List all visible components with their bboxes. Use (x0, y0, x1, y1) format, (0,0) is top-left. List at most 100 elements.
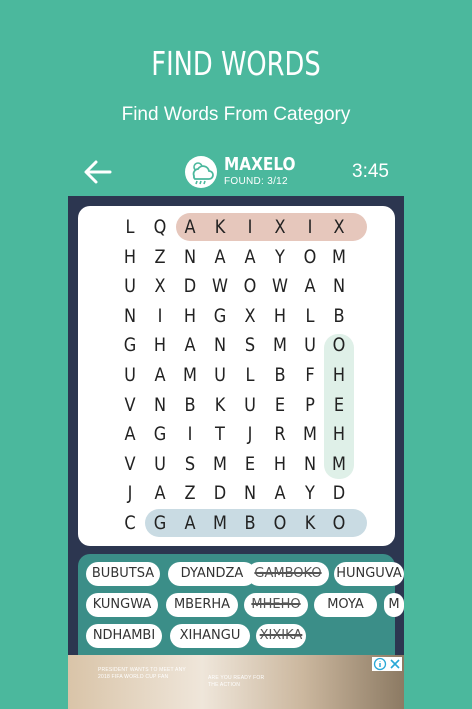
grid-letter[interactable]: U (117, 272, 143, 300)
grid-letter[interactable]: H (326, 420, 352, 448)
grid-letter[interactable]: O (297, 243, 323, 271)
grid-letter[interactable]: J (117, 479, 143, 507)
grid-letter[interactable]: M (297, 420, 323, 448)
grid-letter[interactable]: X (267, 213, 293, 241)
ad-controls[interactable] (372, 657, 402, 671)
grid-letter[interactable]: T (207, 420, 233, 448)
info-icon[interactable] (373, 657, 387, 671)
grid-letter[interactable]: V (117, 391, 143, 419)
grid-letter[interactable]: M (267, 331, 293, 359)
grid-letter[interactable]: U (237, 391, 263, 419)
grid-letter[interactable]: A (207, 243, 233, 271)
grid-letter[interactable]: X (147, 272, 173, 300)
grid-letter[interactable]: N (147, 391, 173, 419)
grid-letter[interactable]: J (237, 420, 263, 448)
grid-letter[interactable]: Z (177, 479, 203, 507)
word-list: BUBUTSA DYANDZA GAMBOKO HUNGUVA KUNGWA MBERHA… (78, 554, 404, 664)
grid-letter[interactable]: Q (147, 213, 173, 241)
grid-letter[interactable]: H (117, 243, 143, 271)
close-icon[interactable] (388, 657, 402, 671)
grid-letter[interactable]: N (237, 479, 263, 507)
grid-letter[interactable]: M (177, 361, 203, 389)
grid-letter[interactable]: A (147, 479, 173, 507)
grid-letter[interactable]: H (267, 302, 293, 330)
grid-letter[interactable]: R (267, 420, 293, 448)
grid-letter[interactable]: S (237, 331, 263, 359)
grid-letter[interactable]: F (297, 361, 323, 389)
grid-letter[interactable]: W (207, 272, 233, 300)
grid-letter[interactable]: K (207, 213, 233, 241)
grid-letter[interactable]: X (237, 302, 263, 330)
grid-letter[interactable]: G (147, 509, 173, 537)
grid-letter[interactable]: A (177, 331, 203, 359)
grid-letter[interactable]: U (297, 331, 323, 359)
grid-letter[interactable]: A (177, 509, 203, 537)
grid-letter[interactable]: K (207, 391, 233, 419)
grid-letter[interactable]: X (326, 213, 352, 241)
grid-letter[interactable]: G (207, 302, 233, 330)
grid-letter[interactable]: M (207, 509, 233, 537)
grid-letter[interactable]: E (326, 391, 352, 419)
grid-letter[interactable]: Y (267, 243, 293, 271)
grid-letter[interactable]: Y (297, 479, 323, 507)
grid-letter[interactable]: M (326, 243, 352, 271)
grid-letter[interactable]: M (326, 450, 352, 478)
grid-letter[interactable]: C (117, 509, 143, 537)
grid-letter[interactable]: A (177, 213, 203, 241)
grid-letter[interactable]: A (267, 479, 293, 507)
grid-letter[interactable]: E (267, 391, 293, 419)
grid-letter[interactable]: P (297, 391, 323, 419)
back-button[interactable] (82, 157, 114, 187)
grid-letter[interactable]: O (326, 331, 352, 359)
grid-letter[interactable]: N (297, 450, 323, 478)
grid-letter[interactable]: S (177, 450, 203, 478)
grid-letter[interactable]: W (267, 272, 293, 300)
grid-letter[interactable]: N (117, 302, 143, 330)
word-chip: HUNGUVA (334, 562, 404, 586)
word-chip-label: MBERHA (173, 597, 231, 612)
grid-letter[interactable]: O (237, 272, 263, 300)
grid-letter[interactable]: V (117, 450, 143, 478)
ad-line-3: ARE YOU READY FOR (208, 675, 265, 681)
grid-letter[interactable]: I (147, 302, 173, 330)
grid-letter[interactable]: G (117, 331, 143, 359)
grid-letter[interactable]: I (297, 213, 323, 241)
grid-letter[interactable]: A (297, 272, 323, 300)
grid-letter[interactable]: U (147, 450, 173, 478)
grid-letter[interactable]: A (147, 361, 173, 389)
grid-letter[interactable]: I (177, 420, 203, 448)
grid-letter[interactable]: B (326, 302, 352, 330)
grid-letter[interactable]: D (207, 479, 233, 507)
grid-letter[interactable]: H (177, 302, 203, 330)
grid-letter[interactable]: L (237, 361, 263, 389)
arrow-left-icon (84, 160, 112, 184)
grid-letter[interactable]: H (267, 450, 293, 478)
grid-letter[interactable]: K (297, 509, 323, 537)
grid-letter[interactable]: Z (147, 243, 173, 271)
grid-letter[interactable]: H (326, 361, 352, 389)
grid-letter[interactable]: G (147, 420, 173, 448)
grid-letter[interactable]: A (117, 420, 143, 448)
grid-letter[interactable]: B (237, 509, 263, 537)
grid-letter[interactable]: H (147, 331, 173, 359)
grid-letter[interactable]: L (117, 213, 143, 241)
grid-letter[interactable]: N (207, 331, 233, 359)
letter-grid[interactable]: LQAKIXIXHZNAAYOMUXDWOWANNIHGXHLBGHANSMUO… (78, 206, 395, 546)
grid-letter[interactable]: O (267, 509, 293, 537)
grid-letter[interactable]: D (326, 479, 352, 507)
grid-letter[interactable]: I (237, 213, 263, 241)
grid-letter[interactable]: N (177, 243, 203, 271)
grid-letter[interactable]: A (237, 243, 263, 271)
grid-letter[interactable]: U (117, 361, 143, 389)
grid-letter[interactable]: U (207, 361, 233, 389)
ad-banner[interactable]: PRESIDENT WANTS TO MEET ANY 2018 FIFA WO… (68, 655, 404, 709)
grid-letter[interactable]: N (326, 272, 352, 300)
word-chip-label: M (388, 597, 400, 612)
grid-letter[interactable]: D (177, 272, 203, 300)
grid-letter[interactable]: L (297, 302, 323, 330)
grid-letter[interactable]: E (237, 450, 263, 478)
grid-letter[interactable]: B (267, 361, 293, 389)
grid-letter[interactable]: B (177, 391, 203, 419)
grid-letter[interactable]: O (326, 509, 352, 537)
grid-letter[interactable]: M (207, 450, 233, 478)
